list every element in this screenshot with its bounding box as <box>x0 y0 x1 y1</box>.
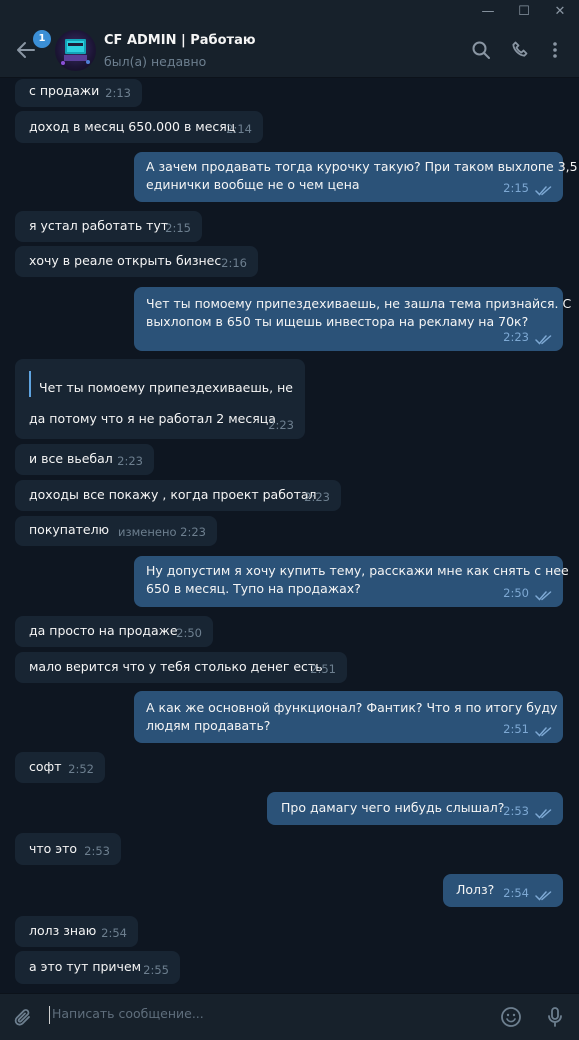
message-incoming[interactable]: я устал работать тут 2:15 <box>15 211 202 242</box>
chat-title: CF ADMIN | Работаю <box>104 33 256 48</box>
message-outgoing[interactable]: А зачем продавать тогда курочку такую? П… <box>134 152 578 202</box>
message-incoming-reply[interactable]: Чет ты помоему припездехиваешь, не ... д… <box>15 359 305 439</box>
read-checkmarks-icon <box>535 727 552 737</box>
message-text: Про дамагу чего нибудь слышал? <box>281 800 505 815</box>
message-time: 2:23 <box>268 418 294 432</box>
more-vertical-icon <box>553 42 557 58</box>
voice-message-button[interactable] <box>543 1005 567 1029</box>
message-text: доход в месяц 650.000 в месяц <box>29 119 236 134</box>
message-incoming[interactable]: хочу в реале открыть бизнес 2:16 <box>15 246 258 277</box>
message-text: Чет ты помоему припездехиваешь, не зашла… <box>146 296 572 329</box>
message-outgoing[interactable]: Про дамагу чего нибудь слышал? 2:53 <box>267 792 563 825</box>
message-time: 2:23 <box>304 490 330 504</box>
message-incoming[interactable]: и все вьебал 2:23 <box>15 444 154 475</box>
message-outgoing[interactable]: А как же основной функционал? Фантик? Чт… <box>134 691 563 743</box>
message-time: 2:55 <box>143 963 169 977</box>
message-incoming[interactable]: да просто на продаже 2:50 <box>15 616 213 647</box>
more-menu-button[interactable] <box>543 38 567 62</box>
message-text: что это <box>29 841 78 856</box>
read-checkmarks-icon <box>535 809 552 819</box>
search-icon <box>472 41 490 59</box>
microphone-icon <box>548 1007 562 1027</box>
message-time: 2:23 <box>503 330 529 344</box>
chat-status: был(а) недавно <box>104 54 207 69</box>
search-button[interactable] <box>469 38 493 62</box>
message-incoming[interactable]: лолз знаю 2:54 <box>15 916 138 947</box>
message-input[interactable]: Написать сообщение... <box>52 1006 472 1021</box>
message-text: с продажи <box>29 83 100 98</box>
message-text: да просто на продаже <box>29 623 178 638</box>
message-text: да потому что я не работал 2 месяца <box>29 411 276 426</box>
close-window-button[interactable]: ✕ <box>542 0 578 24</box>
phone-icon <box>512 41 528 57</box>
message-incoming[interactable]: что это 2:53 <box>15 833 121 865</box>
read-checkmarks-icon <box>535 591 552 601</box>
message-text: мало верится что у тебя столько денег ес… <box>29 659 323 674</box>
message-text: хочу в реале открыть бизнес <box>29 253 222 268</box>
message-text: доходы все покажу , когда проект работал <box>29 487 317 502</box>
unread-badge: 1 <box>33 30 51 48</box>
read-checkmarks-icon <box>535 891 552 901</box>
read-checkmarks-icon <box>535 335 552 345</box>
smiley-icon <box>501 1007 521 1027</box>
message-incoming[interactable]: покупателю изменено 2:23 <box>15 516 217 546</box>
message-time: изменено 2:23 <box>118 525 206 539</box>
emoji-button[interactable] <box>499 1005 523 1029</box>
message-time: 2:50 <box>176 626 202 640</box>
message-text: софт <box>29 759 62 774</box>
message-outgoing[interactable]: Лолз? 2:54 <box>443 874 563 907</box>
message-time: 2:54 <box>101 926 127 940</box>
message-text: а это тут причем <box>29 959 142 974</box>
window-titlebar: — ☐ ✕ <box>0 0 579 24</box>
message-text: покупателю <box>29 522 110 537</box>
message-time: 2:13 <box>105 86 131 100</box>
message-time: 2:51 <box>310 662 336 676</box>
reply-quote[interactable]: Чет ты помоему припездехиваешь, не ... <box>29 371 297 397</box>
message-outgoing[interactable]: Чет ты помоему припездехиваешь, не зашла… <box>134 287 571 351</box>
call-button[interactable] <box>509 38 533 62</box>
message-incoming[interactable]: доходы все покажу , когда проект работал… <box>15 480 341 511</box>
maximize-button[interactable]: ☐ <box>506 0 542 24</box>
message-incoming[interactable]: а это тут причем 2:55 <box>15 951 180 984</box>
avatar-image <box>61 39 90 65</box>
message-text: А как же основной функционал? Фантик? Чт… <box>146 700 558 733</box>
message-time: 2:52 <box>68 762 94 776</box>
message-time: 2:14 <box>226 122 252 136</box>
message-incoming[interactable]: доход в месяц 650.000 в месяц 2:14 <box>15 111 263 143</box>
message-outgoing[interactable]: Ну допустим я хочу купить тему, расскажи… <box>134 556 569 607</box>
message-text: и все вьебал <box>29 451 113 466</box>
message-time: 2:16 <box>221 256 247 270</box>
message-time: 2:53 <box>503 804 529 818</box>
message-list[interactable]: с продажи 2:13 доход в месяц 650.000 в м… <box>0 79 579 993</box>
message-text: Лолз? <box>456 882 495 897</box>
read-checkmarks-icon <box>535 186 552 196</box>
message-incoming[interactable]: софт 2:52 <box>15 752 105 783</box>
message-text: я устал работать тут <box>29 218 169 233</box>
message-time: 2:15 <box>503 181 529 195</box>
chat-header: 1 CF ADMIN | Работаю был(а) недавно <box>0 24 579 78</box>
avatar[interactable] <box>55 30 96 71</box>
message-incoming[interactable]: мало верится что у тебя столько денег ес… <box>15 652 347 683</box>
message-time: 2:53 <box>84 844 110 858</box>
paperclip-icon <box>14 1009 30 1026</box>
message-time: 2:23 <box>117 454 143 468</box>
message-time: 2:15 <box>165 221 191 235</box>
message-text: лолз знаю <box>29 923 97 938</box>
attach-button[interactable] <box>12 1006 36 1030</box>
message-composer: Написать сообщение... <box>0 993 579 1040</box>
message-incoming[interactable]: с продажи 2:13 <box>15 79 142 107</box>
message-time: 2:50 <box>503 586 529 600</box>
message-time: 2:54 <box>503 886 529 900</box>
text-cursor <box>49 1006 50 1024</box>
message-time: 2:51 <box>503 722 529 736</box>
minimize-button[interactable]: — <box>470 0 506 24</box>
